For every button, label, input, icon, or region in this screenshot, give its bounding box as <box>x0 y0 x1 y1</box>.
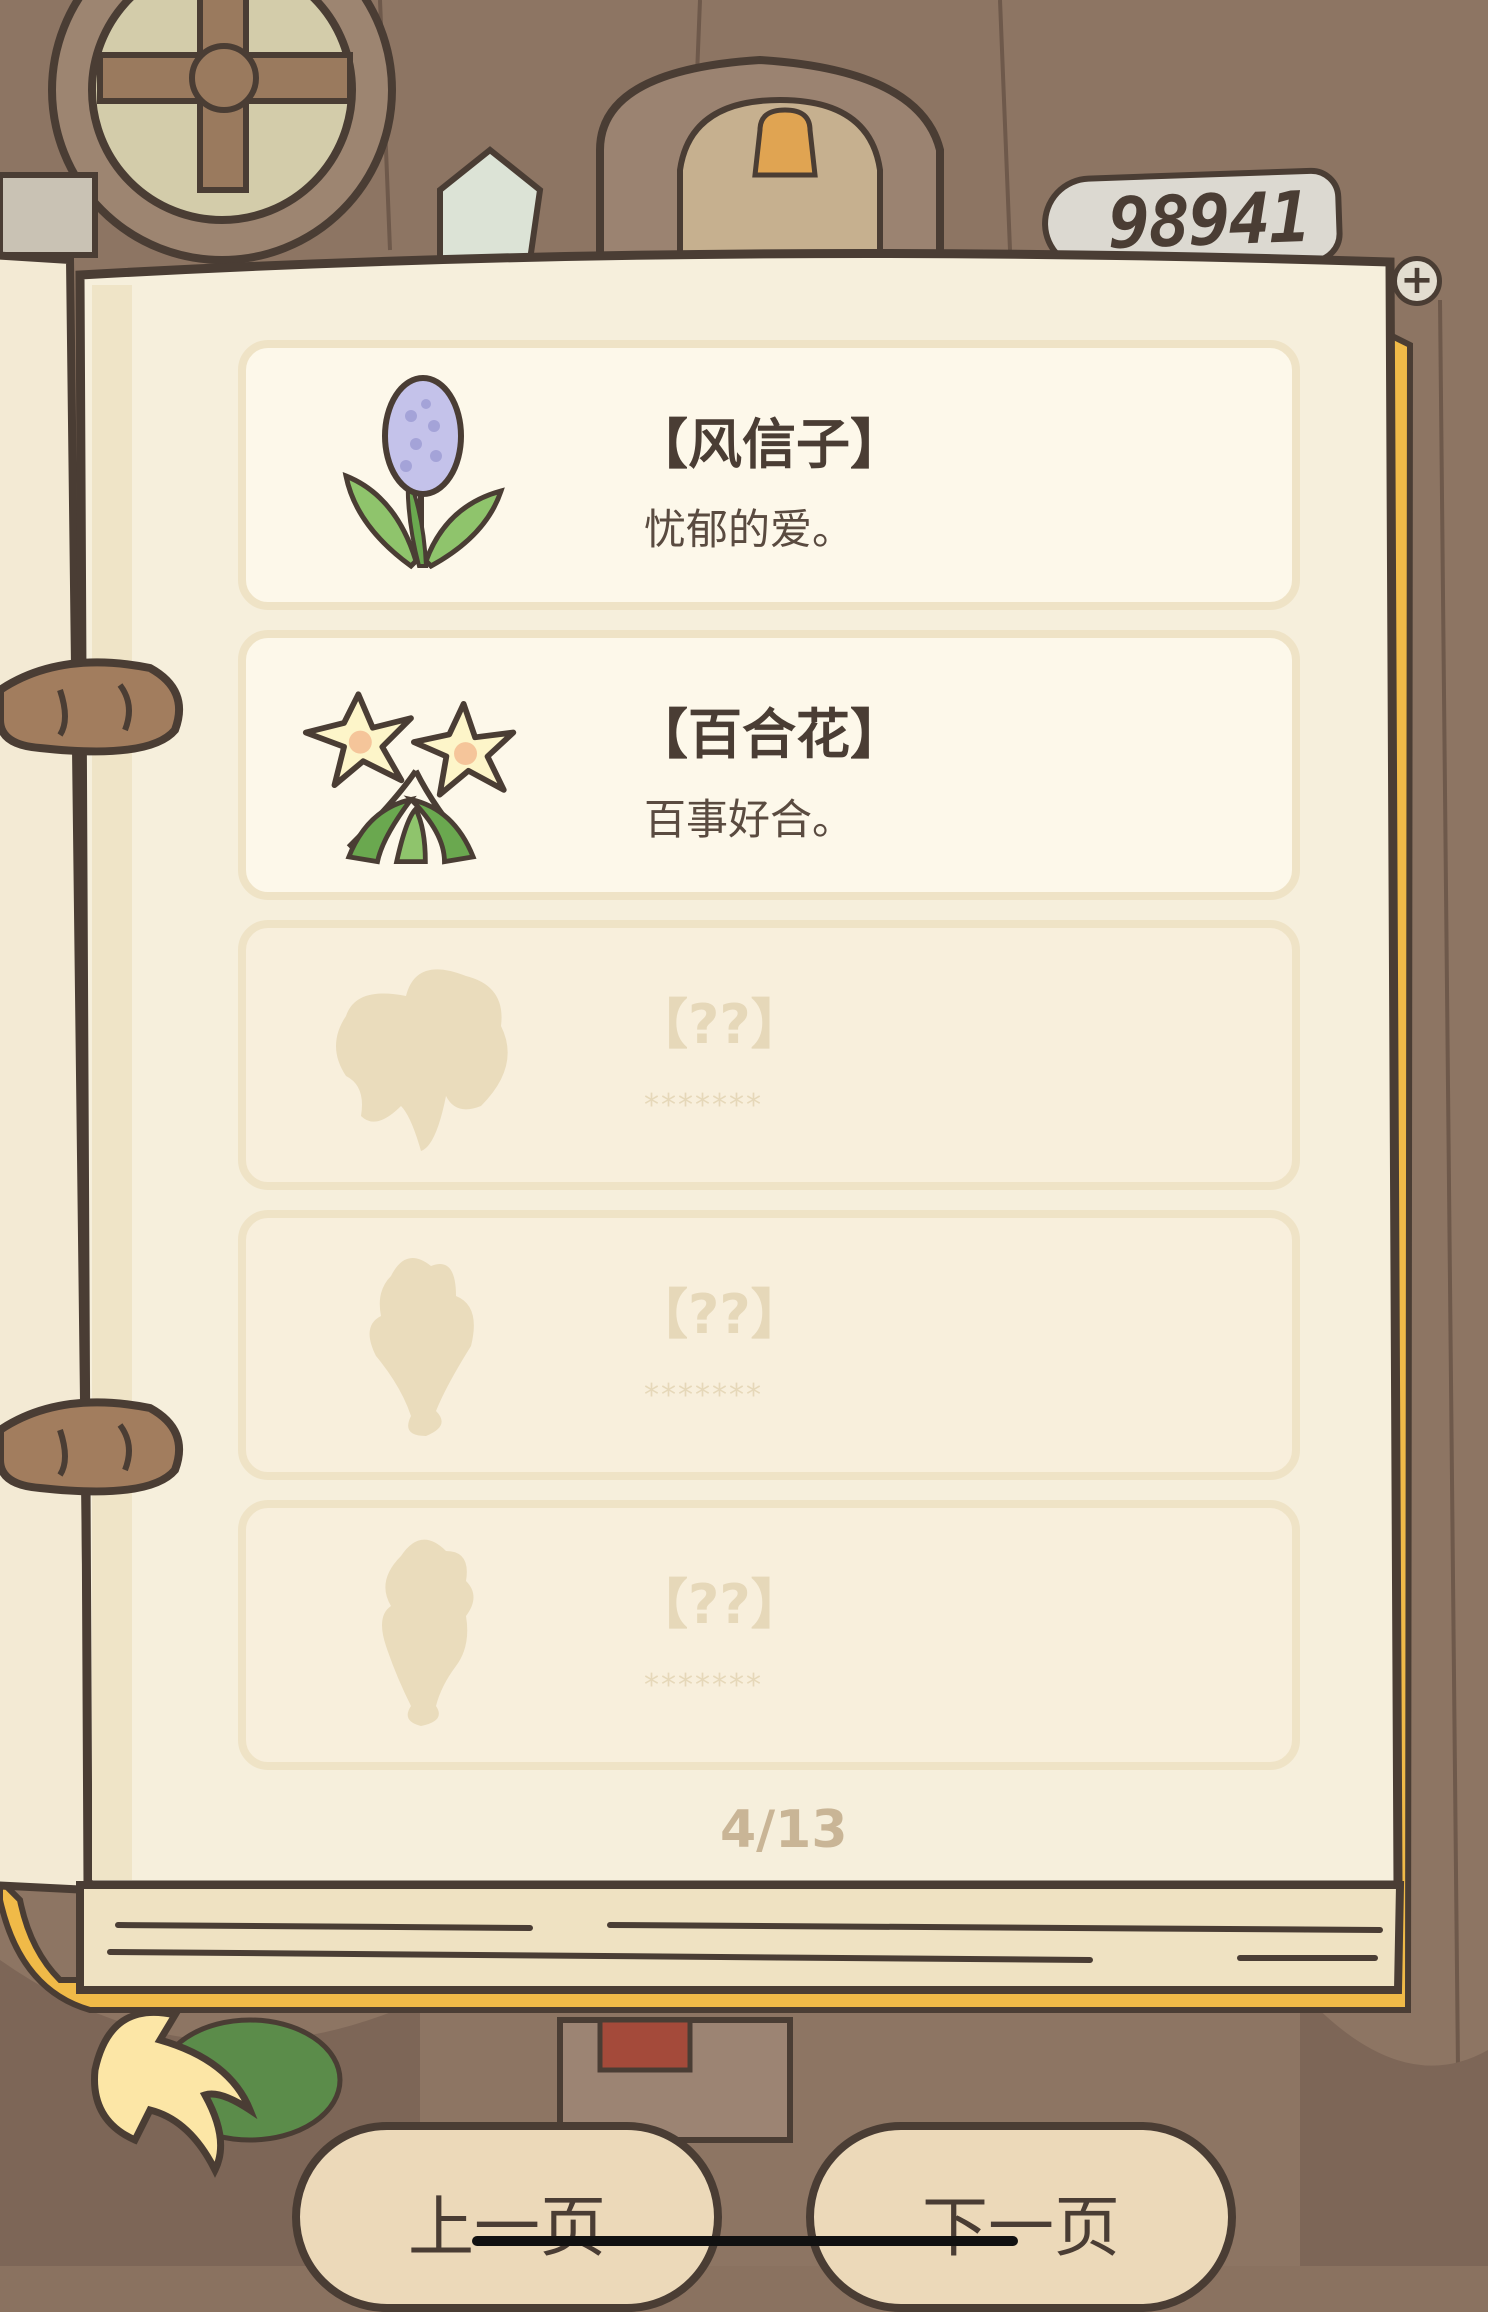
lily-bloom-right <box>411 700 517 798</box>
flower-card-2[interactable]: 【百合花】 百事好合。 <box>238 630 1300 900</box>
flower-card-4-locked[interactable]: 【??】 ******* <box>238 1210 1300 1480</box>
home-indicator[interactable] <box>472 2236 1018 2246</box>
flower-card-5-locked[interactable]: 【??】 ******* <box>238 1500 1300 1770</box>
lily-icon <box>302 691 517 865</box>
lily-bloom-left <box>302 691 414 788</box>
back-arrow-icon[interactable] <box>91 2008 258 2178</box>
unknown-flower-silhouette-icon <box>336 969 508 1151</box>
flower-name: 【百合花】 <box>634 703 904 766</box>
hyacinth-icon <box>342 375 505 570</box>
flower-name: 【??】 <box>634 1283 805 1346</box>
flower-name: 【??】 <box>634 993 805 1056</box>
flower-card-1[interactable]: 【风信子】 忧郁的爱。 <box>238 340 1300 610</box>
unknown-flower-silhouette-icon <box>382 1539 474 1726</box>
flower-description: ******* <box>644 1378 763 1413</box>
flower-description: 百事好合。 <box>644 795 855 844</box>
prev-page-label: 上一页 <box>408 2189 606 2266</box>
page-indicator: 4/13 <box>720 1800 848 1860</box>
next-page-button[interactable]: 下一页 <box>806 2122 1236 2312</box>
flower-description: ******* <box>644 1668 763 1703</box>
prev-page-button[interactable]: 上一页 <box>292 2122 722 2312</box>
binder-ring-top <box>0 658 184 756</box>
flower-description: ******* <box>644 1088 763 1123</box>
flower-name: 【风信子】 <box>634 413 904 476</box>
unknown-flower-silhouette-icon <box>369 1258 474 1436</box>
next-page-label: 下一页 <box>922 2189 1120 2266</box>
flower-name: 【??】 <box>634 1573 805 1636</box>
flower-card-3-locked[interactable]: 【??】 ******* <box>238 920 1300 1190</box>
binder-ring-bottom <box>0 1398 184 1496</box>
flower-description: 忧郁的爱。 <box>644 505 855 554</box>
